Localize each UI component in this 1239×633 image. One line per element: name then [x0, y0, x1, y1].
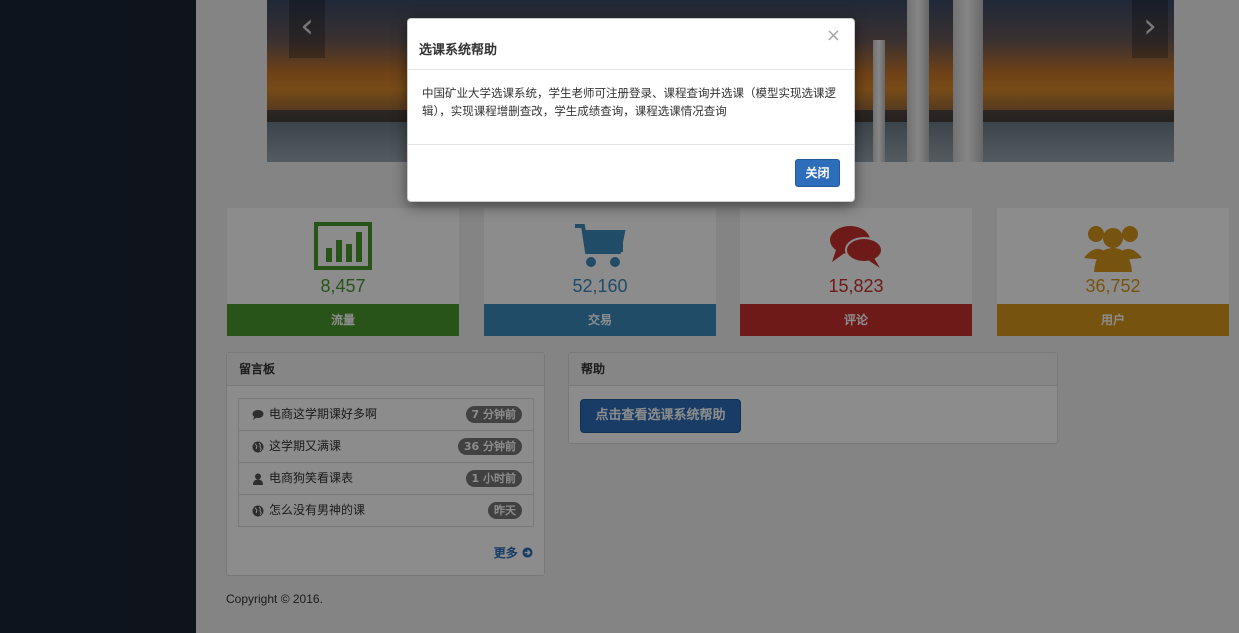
- modal-title: 选课系统帮助: [419, 43, 498, 58]
- modal-header: 选课系统帮助 ×: [408, 19, 854, 70]
- close-button[interactable]: 关闭: [795, 159, 840, 187]
- modal-body: 中国矿业大学选课系统，学生老师可注册登录、课程查询并选课（模型实现选课逻辑），实…: [408, 70, 854, 145]
- help-modal: 选课系统帮助 × 中国矿业大学选课系统，学生老师可注册登录、课程查询并选课（模型…: [407, 18, 855, 202]
- close-icon[interactable]: ×: [826, 25, 841, 46]
- modal-footer: 关闭: [408, 145, 854, 201]
